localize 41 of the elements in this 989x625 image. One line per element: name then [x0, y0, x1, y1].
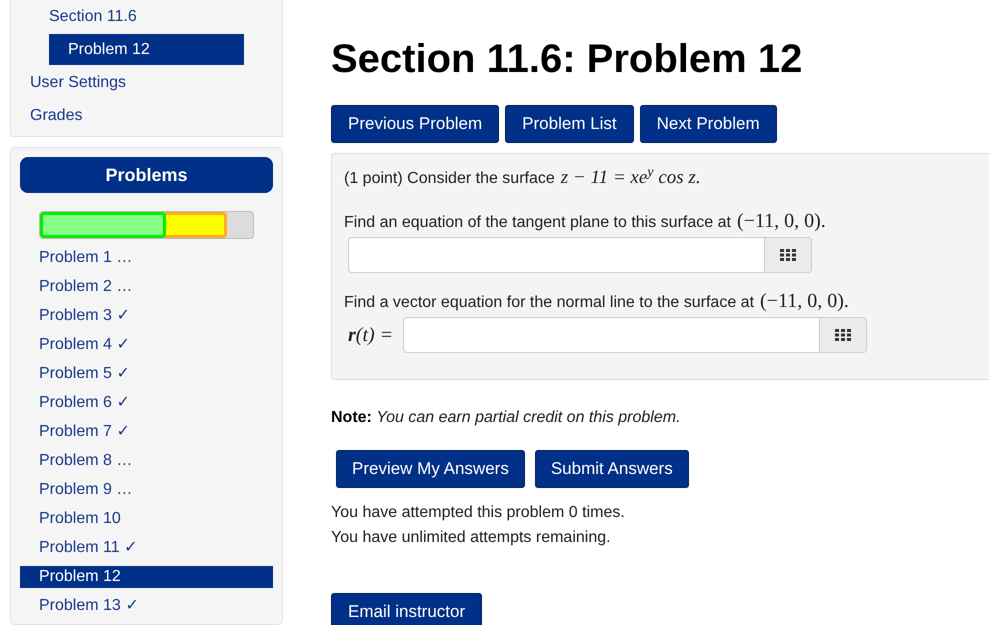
problem-link[interactable]: Problem 9 …: [20, 478, 273, 500]
math-expression: (−11, 0, 0).: [736, 209, 826, 234]
grid-icon: [835, 329, 852, 341]
page-title: Section 11.6: Problem 12: [331, 36, 804, 83]
problem-link[interactable]: Problem 6 ✓: [20, 392, 273, 414]
attempts-text: You have unlimited attempts remaining.: [331, 528, 612, 548]
problem-link[interactable]: Problem 5 ✓: [20, 362, 273, 384]
problem-link[interactable]: Problem 13 ✓: [20, 594, 273, 616]
math-expression: z − 11 = xe$^{y}$ cos z.: [560, 164, 701, 190]
problem-link[interactable]: Problem 1 …: [20, 246, 273, 268]
submit-button[interactable]: Preview My Answers: [336, 450, 525, 488]
nav-link[interactable]: Section 11.6: [49, 1, 244, 32]
attempts-text: You have attempted this problem 0 times.: [331, 503, 626, 523]
nav-link[interactable]: User Settings: [30, 67, 244, 98]
problem-link[interactable]: Problem 4 ✓: [20, 334, 273, 356]
note-text: Note: You can earn partial credit on this problem.: [331, 408, 682, 428]
problem-link[interactable]: Problem 7 ✓: [20, 420, 273, 442]
email-button[interactable]: Email instructor: [331, 593, 482, 625]
problem-link[interactable]: Problem 10: [20, 508, 273, 530]
keypad-button[interactable]: [819, 318, 866, 352]
nav-link[interactable]: Grades: [30, 100, 244, 131]
math-label: r(t) =: [348, 323, 394, 348]
nav-button[interactable]: Previous Problem: [331, 105, 500, 143]
submit-button[interactable]: Submit Answers: [534, 450, 689, 488]
nav-button[interactable]: Problem List: [505, 105, 634, 143]
problem-link[interactable]: Problem 2 …: [20, 276, 273, 298]
problem-text: Find an equation of the tangent plane to this surface at: [344, 213, 731, 233]
problem-link[interactable]: Problem 11 ✓: [20, 536, 273, 558]
problem-text: (1 point) Consider the surface: [344, 169, 555, 189]
nav-button[interactable]: Next Problem: [640, 105, 777, 143]
answer-field[interactable]: [348, 237, 812, 273]
panel-heading: Problems: [20, 157, 273, 193]
problem-text: Find a vector equation for the normal line to the surface at: [344, 293, 754, 313]
keypad-button[interactable]: [764, 238, 811, 272]
grid-icon: [780, 249, 796, 261]
problem-link[interactable]: Problem 3 ✓: [20, 304, 273, 326]
math-expression: (−11, 0, 0).: [760, 289, 849, 314]
problem-link[interactable]: Problem 8 …: [20, 450, 273, 472]
answer-field[interactable]: [403, 317, 868, 353]
nav-link[interactable]: Problem 12: [49, 34, 244, 65]
problem-link[interactable]: Problem 12: [20, 566, 273, 588]
